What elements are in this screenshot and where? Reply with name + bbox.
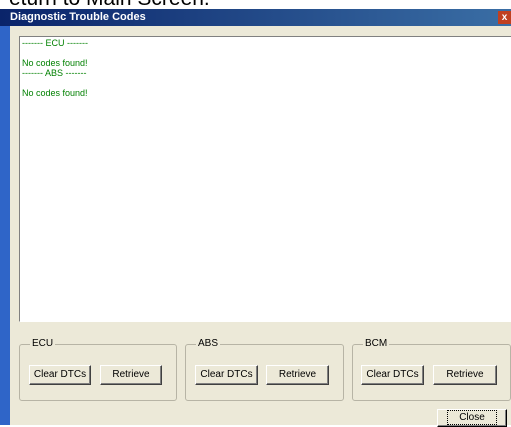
log-line: No codes found!: [22, 88, 88, 98]
ecu-clear-dtcs-button[interactable]: Clear DTCs: [29, 365, 91, 385]
window-title: Diagnostic Trouble Codes: [10, 11, 146, 23]
abs-group-label: ABS: [196, 338, 221, 349]
close-button[interactable]: Close: [437, 409, 507, 427]
abs-clear-dtcs-button[interactable]: Clear DTCs: [195, 365, 258, 385]
close-button-label: Close: [447, 410, 497, 425]
close-window-icon[interactable]: x: [498, 11, 511, 24]
ecu-group: ECU Clear DTCs Retrieve: [19, 338, 177, 401]
bcm-clear-dtcs-button[interactable]: Clear DTCs: [361, 365, 424, 385]
bcm-group: BCM Clear DTCs Retrieve: [352, 338, 511, 401]
ecu-retrieve-button[interactable]: Retrieve: [100, 365, 162, 385]
log-line: ------- ABS -------: [22, 68, 87, 78]
log-line: No codes found!: [22, 58, 88, 68]
bcm-group-label: BCM: [363, 338, 390, 349]
dtc-log-textbox[interactable]: ------- ECU ------- No codes found! ----…: [19, 36, 511, 322]
abs-retrieve-button[interactable]: Retrieve: [266, 365, 329, 385]
window-left-border: [0, 26, 10, 425]
abs-group: ABS Clear DTCs Retrieve: [185, 338, 344, 401]
bcm-retrieve-button[interactable]: Retrieve: [433, 365, 497, 385]
title-bar: Diagnostic Trouble Codes x: [0, 9, 511, 26]
dtc-dialog: Diagnostic Trouble Codes x ------- ECU -…: [0, 9, 511, 427]
log-line: ------- ECU -------: [22, 38, 88, 48]
ecu-group-label: ECU: [30, 338, 56, 349]
